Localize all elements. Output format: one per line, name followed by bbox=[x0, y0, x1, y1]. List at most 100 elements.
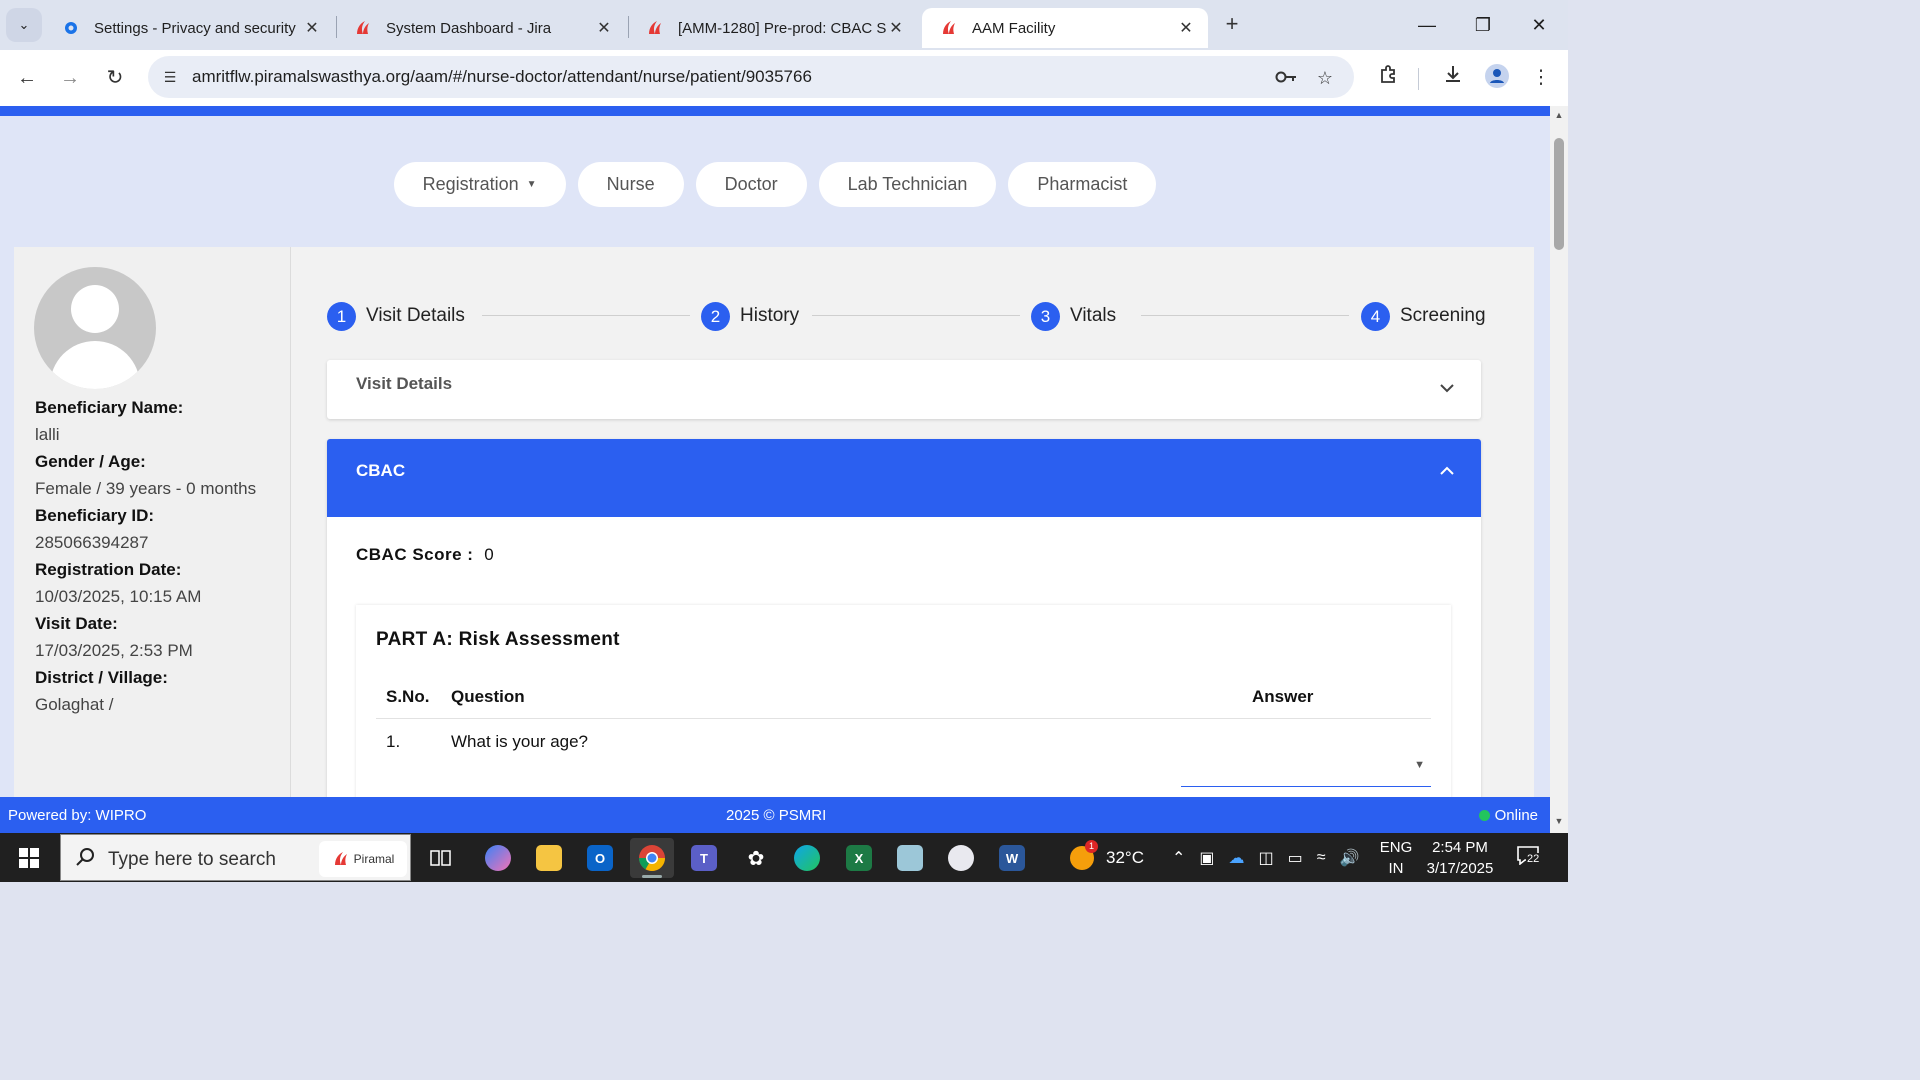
step-screening[interactable]: 4 Screening bbox=[1361, 301, 1486, 331]
more-menu-icon[interactable]: ⋮ bbox=[1527, 64, 1555, 92]
cbac-panel-header[interactable]: CBAC bbox=[327, 439, 1481, 517]
new-tab-button[interactable]: + bbox=[1218, 10, 1246, 38]
registration-menu-button[interactable]: Registration ▼ bbox=[393, 162, 566, 207]
app-footer: Powered by: WIPRO 2025 © PSMRI Online bbox=[0, 797, 1550, 833]
bookmark-star-icon[interactable]: ☆ bbox=[1313, 66, 1337, 90]
pharmacist-button[interactable]: Pharmacist bbox=[1008, 162, 1157, 207]
avatar-body-shape bbox=[50, 341, 140, 389]
chevron-up-icon[interactable]: ⌃ bbox=[1172, 848, 1185, 868]
online-status: Online bbox=[1478, 807, 1538, 824]
taskbar-search-box[interactable]: Type here to search Piramal bbox=[60, 834, 411, 881]
excel-icon[interactable]: X bbox=[837, 838, 881, 878]
copilot-icon[interactable] bbox=[476, 838, 520, 878]
page-scrollbar[interactable]: ▲ ▼ bbox=[1550, 106, 1568, 833]
tab-amm-1280[interactable]: [AMM-1280] Pre-prod: CBAC Sc ✕ bbox=[628, 8, 918, 48]
visit-details-panel[interactable]: Visit Details bbox=[327, 360, 1481, 419]
windows-logo-icon bbox=[30, 859, 39, 868]
weather-temperature: 32°C bbox=[1106, 847, 1144, 867]
weather-badge: 1 bbox=[1085, 839, 1098, 853]
back-arrow-icon[interactable]: ← bbox=[11, 62, 43, 94]
tab-jira[interactable]: System Dashboard - Jira ✕ bbox=[336, 8, 626, 48]
notepad-icon[interactable] bbox=[888, 838, 932, 878]
online-status-label: Online bbox=[1494, 807, 1538, 824]
toolbar-divider bbox=[1418, 68, 1419, 90]
language-indicator[interactable]: ENG IN bbox=[1378, 837, 1414, 879]
close-icon[interactable]: ✕ bbox=[886, 18, 906, 38]
age-answer-select[interactable]: ▼ bbox=[1181, 753, 1431, 787]
close-icon[interactable]: ✕ bbox=[1176, 18, 1196, 38]
profile-avatar-icon[interactable] bbox=[1483, 64, 1511, 92]
nurse-button[interactable]: Nurse bbox=[577, 162, 684, 207]
chrome-icon[interactable] bbox=[630, 838, 674, 878]
beneficiary-id-value: 285066394287 bbox=[35, 533, 149, 552]
wifi-icon[interactable]: ≈ bbox=[1317, 849, 1326, 867]
volume-icon[interactable]: 🔊 bbox=[1340, 848, 1360, 868]
scroll-up-icon[interactable]: ▲ bbox=[1553, 110, 1565, 120]
edge-icon[interactable] bbox=[785, 838, 829, 878]
word-icon[interactable]: W bbox=[990, 838, 1034, 878]
registration-date-value: 10/03/2025, 10:15 AM bbox=[35, 587, 202, 606]
restore-button[interactable]: ❐ bbox=[1455, 8, 1511, 42]
reload-icon[interactable]: ↻ bbox=[99, 62, 131, 94]
chevron-down-icon: ⌄ bbox=[18, 17, 30, 32]
beneficiary-avatar bbox=[34, 267, 156, 389]
scroll-down-icon[interactable]: ▼ bbox=[1553, 816, 1565, 826]
password-key-icon[interactable] bbox=[1274, 66, 1298, 90]
panel-title: Visit Details bbox=[356, 374, 453, 393]
beneficiary-id-label: Beneficiary ID: bbox=[35, 506, 155, 525]
battery-icon[interactable]: ▭ bbox=[1288, 848, 1303, 868]
task-view-icon[interactable] bbox=[419, 838, 463, 878]
table-divider bbox=[376, 718, 1431, 719]
site-info-icon[interactable]: ☰ bbox=[158, 65, 182, 89]
doctor-button[interactable]: Doctor bbox=[695, 162, 807, 207]
chevron-up-icon[interactable] bbox=[1439, 463, 1455, 481]
forward-arrow-icon[interactable]: → bbox=[54, 62, 86, 94]
extensions-icon[interactable] bbox=[1374, 64, 1402, 92]
step-number: 1 bbox=[327, 301, 356, 331]
active-indicator bbox=[642, 875, 662, 878]
brand-label: Piramal bbox=[353, 852, 395, 866]
close-window-button[interactable]: ✕ bbox=[1511, 8, 1567, 42]
browser-toolbar: ← → ↻ ☰ amritflw.piramalswasthya.org/aam… bbox=[0, 50, 1568, 106]
pen-tool-icon[interactable]: ✿ bbox=[734, 838, 778, 878]
step-label: Vitals bbox=[1070, 305, 1117, 326]
step-label: Visit Details bbox=[366, 305, 465, 326]
tab-settings[interactable]: Settings - Privacy and security ✕ bbox=[44, 8, 334, 48]
step-number: 2 bbox=[701, 301, 730, 331]
windows-logo-icon bbox=[19, 859, 28, 868]
snipping-tool-icon[interactable] bbox=[939, 838, 983, 878]
cbac-panel: CBAC CBAC Score : 0 PART A: Risk Assessm… bbox=[327, 439, 1481, 797]
teams-icon[interactable]: T bbox=[682, 838, 726, 878]
display-icon[interactable]: ◫ bbox=[1259, 848, 1274, 868]
cbac-score: CBAC Score : 0 bbox=[356, 545, 494, 565]
windows-start-button[interactable] bbox=[10, 843, 48, 873]
taskbar-clock[interactable]: 2:54 PM 3/17/2025 bbox=[1420, 837, 1500, 879]
step-history[interactable]: 2 History bbox=[701, 301, 799, 331]
online-dot-icon bbox=[1478, 810, 1490, 821]
close-icon[interactable]: ✕ bbox=[594, 18, 614, 38]
onedrive-icon[interactable]: ☁ bbox=[1229, 848, 1245, 868]
address-bar[interactable]: ☰ amritflw.piramalswasthya.org/aam/#/nur… bbox=[148, 56, 1354, 98]
notification-center[interactable]: 22 bbox=[1516, 845, 1542, 869]
meet-icon[interactable]: ▣ bbox=[1199, 848, 1214, 868]
url-text[interactable]: amritflw.piramalswasthya.org/aam/#/nurse… bbox=[192, 67, 812, 87]
chevron-down-icon[interactable] bbox=[1439, 380, 1455, 398]
scrollbar-thumb[interactable] bbox=[1554, 138, 1564, 250]
download-icon[interactable] bbox=[1439, 64, 1467, 92]
step-number: 4 bbox=[1361, 301, 1390, 331]
step-visit-details[interactable]: 1 Visit Details bbox=[327, 301, 465, 331]
minimize-button[interactable]: — bbox=[1399, 8, 1455, 42]
page-viewport: Registration ▼ Nurse Doctor Lab Technici… bbox=[0, 106, 1550, 797]
step-number: 3 bbox=[1031, 301, 1060, 331]
lab-technician-button[interactable]: Lab Technician bbox=[818, 162, 997, 207]
step-vitals[interactable]: 3 Vitals bbox=[1031, 301, 1116, 331]
registration-label: Registration bbox=[422, 174, 519, 194]
tab-aam-facility[interactable]: AAM Facility ✕ bbox=[922, 8, 1208, 48]
file-explorer-icon[interactable] bbox=[527, 838, 571, 878]
outlook-icon[interactable]: O bbox=[578, 838, 622, 878]
part-a-title: PART A: Risk Assessment bbox=[376, 629, 620, 650]
close-icon[interactable]: ✕ bbox=[302, 18, 322, 38]
weather-widget[interactable]: 1 32°C bbox=[1070, 833, 1144, 882]
tab-search-button[interactable]: ⌄ bbox=[6, 8, 42, 42]
cbac-score-label: CBAC Score : bbox=[356, 545, 474, 564]
